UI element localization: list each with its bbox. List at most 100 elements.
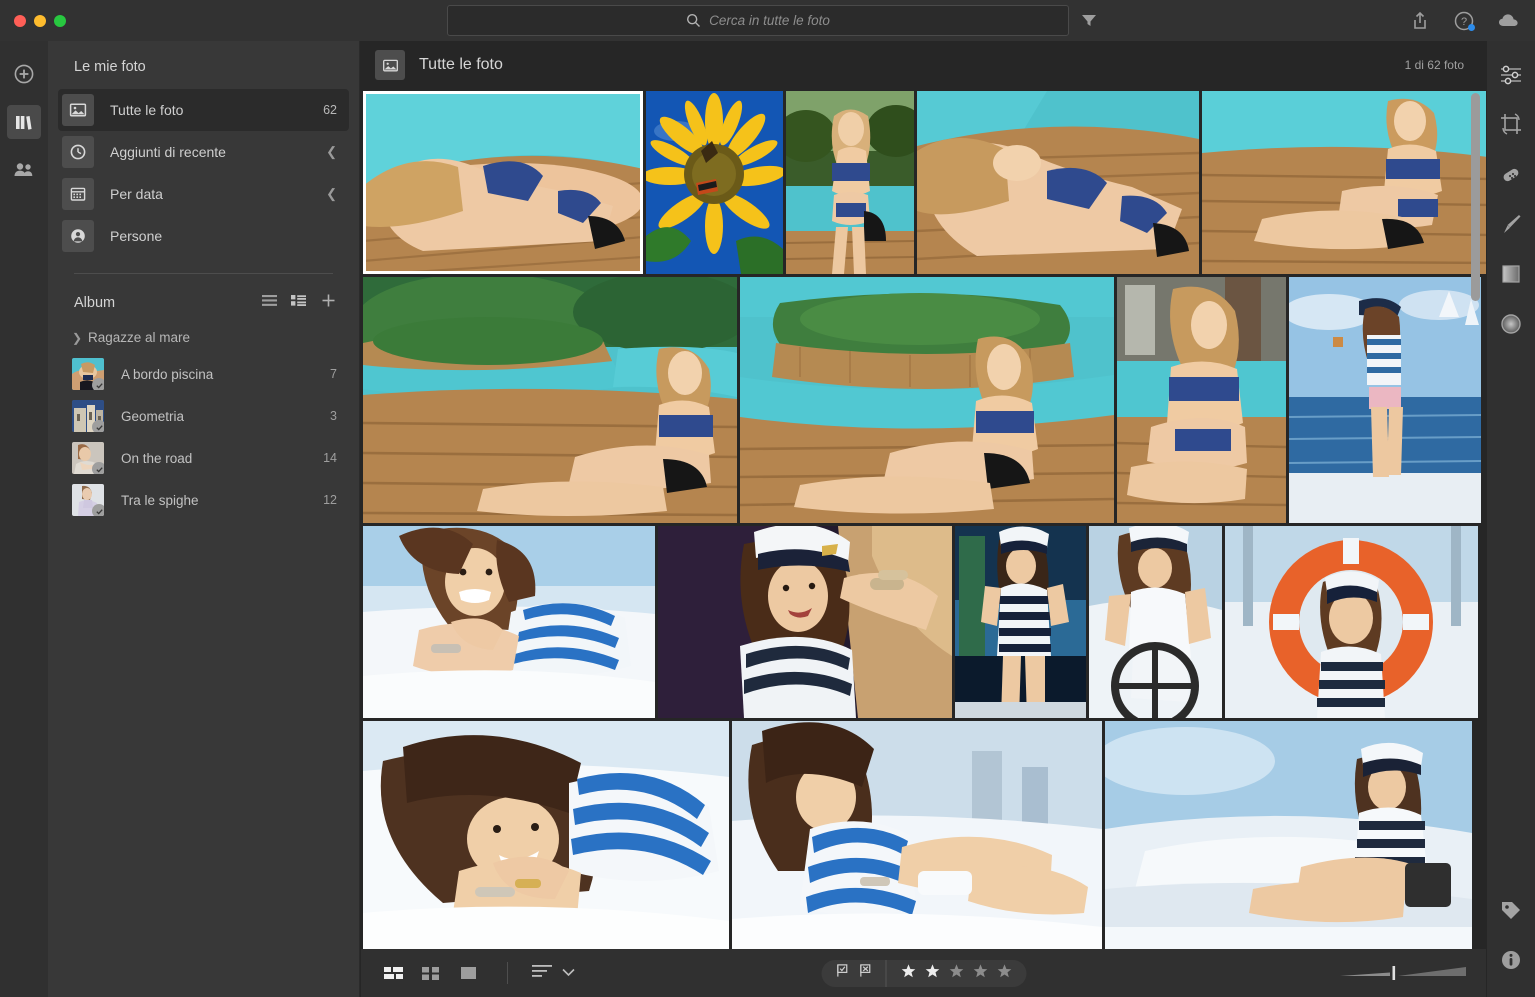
help-icon[interactable]: ? — [1453, 10, 1475, 32]
sidebar-item-by-date[interactable]: Per data ❮ — [58, 173, 349, 215]
star-5[interactable] — [996, 963, 1012, 984]
star-1[interactable] — [900, 963, 916, 984]
photo-lifebuoy[interactable] — [1225, 526, 1478, 718]
right-rail — [1486, 41, 1535, 997]
album-sync-badge — [92, 378, 104, 390]
add-album-icon[interactable] — [320, 292, 337, 314]
window-controls — [14, 14, 66, 27]
search-placeholder: Cerca in tutte le foto — [709, 13, 830, 28]
share-icon[interactable] — [1409, 10, 1431, 32]
detail-view-icon[interactable] — [291, 294, 306, 312]
star-4[interactable] — [972, 963, 988, 984]
chevron-right-icon: ❯ — [72, 330, 83, 345]
star-2[interactable] — [924, 963, 940, 984]
minimize-button[interactable] — [34, 14, 46, 27]
photo-pool-seated[interactable] — [1202, 91, 1486, 274]
photo-icon — [375, 50, 405, 80]
add-photos-button[interactable] — [7, 57, 41, 91]
photo-smiling-deck[interactable] — [363, 526, 655, 718]
album-section-title: Album — [74, 295, 116, 311]
photo-deck-reclining[interactable] — [917, 91, 1199, 274]
photo-row — [363, 721, 1472, 950]
star-rating-filter — [886, 960, 1026, 987]
album-item-a-bordo-piscina[interactable]: A bordo piscina 7 — [48, 353, 359, 395]
toolbar-divider — [507, 962, 508, 984]
album-item-on-the-road[interactable]: On the road 14 — [48, 437, 359, 479]
album-header: Album — [48, 274, 359, 324]
sidebar-item-count: 62 — [323, 103, 337, 117]
calendar-icon — [62, 178, 94, 210]
list-view-icon[interactable] — [262, 294, 277, 312]
gradient-square-icon[interactable] — [1496, 259, 1526, 289]
album-group-label: Ragazze al mare — [88, 330, 191, 345]
album-group-ragazze-al-mare[interactable]: ❯ Ragazze al mare — [48, 324, 359, 353]
photo-lying-boat[interactable] — [363, 721, 729, 950]
album-thumbnail — [72, 400, 104, 432]
single-photo-view-button[interactable] — [455, 959, 483, 987]
bandage-icon[interactable] — [1496, 159, 1526, 189]
people-button[interactable] — [7, 153, 41, 187]
photo-captain-helm[interactable] — [955, 526, 1086, 718]
photo-garden-pool-a[interactable] — [363, 277, 737, 523]
radial-icon[interactable] — [1496, 309, 1526, 339]
photo-striped-legs[interactable] — [732, 721, 1102, 950]
crop-icon[interactable] — [1496, 109, 1526, 139]
photo-pool-back[interactable] — [1117, 277, 1286, 523]
sidebar-item-all-photos[interactable]: Tutte le foto 62 — [58, 89, 349, 131]
close-button[interactable] — [14, 14, 26, 27]
chevron-left-icon[interactable]: ❮ — [326, 144, 337, 160]
grid-vertical-scrollbar[interactable] — [1471, 93, 1480, 301]
grid-compact-view-button[interactable] — [379, 959, 407, 987]
sort-control[interactable] — [532, 964, 575, 983]
tag-icon[interactable] — [1496, 895, 1526, 925]
photo-pool-standing[interactable] — [786, 91, 914, 274]
cloud-icon[interactable] — [1497, 10, 1519, 32]
photo-sunflower[interactable] — [646, 91, 783, 274]
sidebar-item-label: Per data — [110, 186, 163, 202]
album-count: 3 — [330, 409, 337, 423]
thumbnail-size-slider[interactable] — [1340, 963, 1468, 983]
title-bar: Cerca in tutte le foto ? — [0, 0, 1535, 41]
chevron-left-icon[interactable]: ❮ — [326, 186, 337, 202]
filter-pill-group — [821, 959, 1026, 987]
album-item-geometria[interactable]: Geometria 3 — [48, 395, 359, 437]
flag-filter-group — [821, 959, 886, 987]
rating-filter-pill — [821, 959, 1026, 987]
clock-icon — [62, 136, 94, 168]
album-thumbnail — [72, 358, 104, 390]
photo-pool-lying[interactable] — [363, 91, 643, 274]
info-circle-icon[interactable] — [1496, 945, 1526, 975]
album-sync-badge — [92, 504, 104, 516]
page-title: Tutte le foto — [419, 56, 503, 73]
album-item-tra-le-spighe[interactable]: Tra le spighe 12 — [48, 479, 359, 521]
album-thumbnail — [72, 442, 104, 474]
help-notification-badge — [1468, 23, 1475, 31]
grid-square-view-button[interactable] — [417, 959, 445, 987]
filter-icon[interactable] — [1079, 10, 1099, 30]
photo-yacht-seated[interactable] — [1105, 721, 1472, 950]
album-thumbnail — [72, 484, 104, 516]
sidebar-item-label: Aggiunti di recente — [110, 144, 226, 160]
library-button[interactable] — [7, 105, 41, 139]
sidebar-item-recently-added[interactable]: Aggiunti di recente ❮ — [58, 131, 349, 173]
photo-garden-pool-b[interactable] — [740, 277, 1114, 523]
star-3[interactable] — [948, 963, 964, 984]
brush-icon[interactable] — [1496, 209, 1526, 239]
search-icon — [686, 13, 701, 28]
content-header: Tutte le foto 1 di 62 foto — [361, 41, 1486, 89]
left-rail — [0, 41, 48, 997]
flag-x-icon[interactable] — [858, 963, 873, 983]
maximize-button[interactable] — [54, 14, 66, 27]
album-count: 7 — [330, 367, 337, 381]
photo-sailor-boat[interactable] — [1289, 277, 1481, 523]
sidebar-item-people[interactable]: Persone — [58, 215, 349, 257]
photo-app-window: Cerca in tutte le foto ? Le mie foto Tut… — [0, 0, 1535, 997]
photo-steering-wheel[interactable] — [1089, 526, 1222, 718]
search-input[interactable]: Cerca in tutte le foto — [447, 5, 1069, 36]
album-sync-badge — [92, 420, 104, 432]
photo-captain-hat-a[interactable] — [658, 526, 952, 718]
album-name: Geometria — [121, 408, 185, 424]
photo-row — [363, 277, 1481, 523]
sliders-icon[interactable] — [1496, 59, 1526, 89]
flag-check-icon[interactable] — [835, 963, 850, 983]
